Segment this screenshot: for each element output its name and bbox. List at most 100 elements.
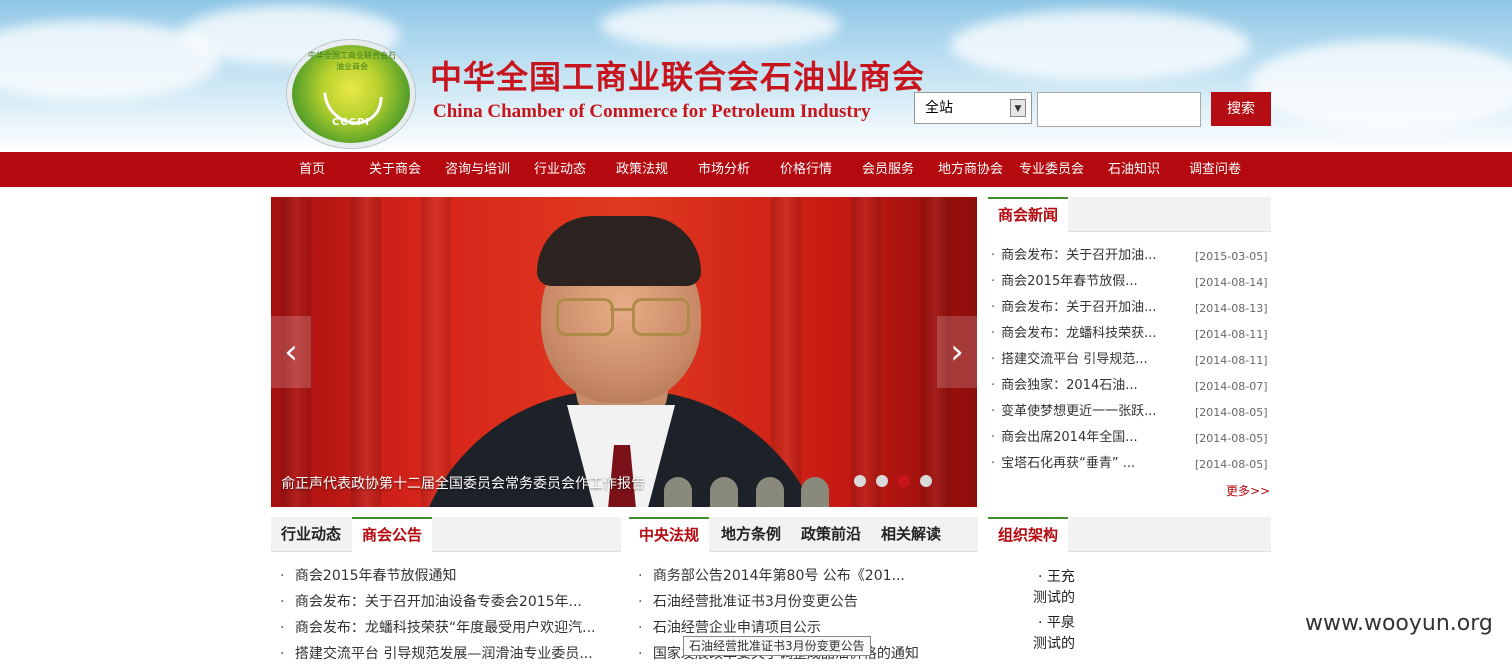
announcement-title[interactable]: 商会发布：龙蟠科技荣获“年度最受用户欢迎汽... <box>295 620 596 636</box>
news-title[interactable]: 商会2015年春节放假... <box>1001 274 1137 289</box>
bullet-icon: · <box>991 378 996 393</box>
more-link[interactable]: 更多>> <box>1226 482 1270 499</box>
nav-item-policy[interactable]: 政策法规 <box>616 152 668 187</box>
slider-next-button[interactable]: › <box>937 316 977 388</box>
org-member-name[interactable]: · 王充 <box>1038 566 1075 586</box>
list-item[interactable]: · 商会独家：2014石油... <box>991 373 1138 399</box>
photo-hair <box>537 216 701 286</box>
logo-acronym: CCCPI <box>331 117 371 128</box>
news-date: [2015-03-05] <box>1195 250 1268 263</box>
logo-ring-text: 中华全国工商业联合会石油业商会 <box>308 51 396 71</box>
slider-caption[interactable]: 俞正声代表政协第十二届全国委员会常务委员会作工作报告 <box>271 466 977 502</box>
bullet-icon: · <box>991 456 996 471</box>
nav-item-local-chambers[interactable]: 地方商协会 <box>938 152 1003 187</box>
bullet-icon: · <box>991 430 996 445</box>
news-date: [2014-08-13] <box>1195 302 1268 315</box>
organization-header: 组织架构 <box>988 517 1271 553</box>
photo-glasses-bridge <box>610 308 632 311</box>
list-item[interactable]: · 宝塔石化再获“垂青” ... <box>991 451 1135 477</box>
news-title[interactable]: 宝塔石化再获“垂青” ... <box>1001 456 1135 471</box>
nav-item-about[interactable]: 关于商会 <box>369 152 421 187</box>
logo[interactable]: 中华全国工商业联合会石油业商会 CCCPI <box>287 40 415 148</box>
nav-item-committees[interactable]: 专业委员会 <box>1019 152 1084 187</box>
nav-item-home[interactable]: 首页 <box>299 152 325 187</box>
slider-dot-4[interactable] <box>920 475 932 487</box>
tab-industry-news[interactable]: 行业动态 <box>281 517 341 552</box>
announcement-title[interactable]: 搭建交流平台 引导规范发展—润滑油专业委员... <box>295 646 593 662</box>
list-item[interactable]: · 商会发布：关于召开加油... <box>991 295 1157 321</box>
search-button[interactable]: 搜索 <box>1211 92 1271 126</box>
search-input[interactable] <box>1037 92 1201 127</box>
news-title[interactable]: 搭建交流平台 引导规范... <box>1001 352 1148 367</box>
nav-item-oil-knowledge[interactable]: 石油知识 <box>1108 152 1160 187</box>
tab-policy-frontier[interactable]: 政策前沿 <box>801 517 861 552</box>
org-member-name[interactable]: · 平泉 <box>1038 612 1075 632</box>
news-date: [2014-08-05] <box>1195 458 1268 471</box>
org-member-note: 测试的 <box>1033 590 1075 606</box>
news-title[interactable]: 商会发布：关于召开加油... <box>1001 300 1156 315</box>
bullet-icon: · <box>638 568 643 584</box>
tab-central-regulations[interactable]: 中央法规 <box>629 517 710 553</box>
image-slider[interactable] <box>271 197 977 507</box>
news-title[interactable]: 商会出席2014年全国... <box>1001 430 1137 445</box>
list-item[interactable]: · 搭建交流平台 引导规范... <box>991 347 1148 373</box>
slider-prev-button[interactable]: ‹ <box>271 316 311 388</box>
news-title[interactable]: 商会发布：龙蟠科技荣获... <box>1001 326 1156 341</box>
news-date: [2014-08-11] <box>1195 354 1268 367</box>
regulation-title[interactable]: 石油经营企业申请项目公示 <box>653 620 821 636</box>
list-item[interactable]: · 商会发布：关于召开加油... <box>991 243 1157 269</box>
tab-announcements[interactable]: 商会公告 <box>352 517 433 553</box>
announcement-title[interactable]: 商会发布：关于召开加油设备专委会2015年... <box>295 594 582 610</box>
watermark: www.wooyun.org <box>1305 611 1493 636</box>
list-item[interactable]: · 商务部公告2014年第80号 公布《201... <box>638 563 905 589</box>
photo-glasses-lens <box>632 298 690 336</box>
nav-item-member-services[interactable]: 会员服务 <box>862 152 914 187</box>
bullet-icon: · <box>991 352 996 367</box>
chamber-news-header: 商会新闻 <box>988 197 1271 233</box>
regulation-title[interactable]: 石油经营批准证书3月份变更公告 <box>653 594 858 610</box>
news-date: [2014-08-07] <box>1195 380 1268 393</box>
bullet-icon: · <box>991 300 996 315</box>
regulations-header: 中央法规 地方条例 政策前沿 相关解读 <box>629 517 978 553</box>
slider-dot-3[interactable] <box>898 475 910 487</box>
list-item[interactable]: · 石油经营批准证书3月份变更公告 <box>638 589 858 615</box>
regulation-title[interactable]: 商务部公告2014年第80号 公布《201... <box>653 568 905 584</box>
news-date: [2014-08-14] <box>1195 276 1268 289</box>
cloud-decoration <box>600 0 840 50</box>
list-item[interactable]: · 变革使梦想更近一一张跃... <box>991 399 1157 425</box>
chevron-down-icon[interactable]: ▼ <box>1010 99 1026 117</box>
slider-dot-2[interactable] <box>876 475 888 487</box>
tab-local-regulations[interactable]: 地方条例 <box>721 517 781 552</box>
bullet-icon: · <box>638 594 643 610</box>
main-nav: 首页 关于商会 咨询与培训 行业动态 政策法规 市场分析 价格行情 会员服务 地… <box>0 152 1512 187</box>
list-item[interactable]: · 商会2015年春节放假通知 <box>280 563 457 589</box>
nav-item-survey[interactable]: 调查问卷 <box>1189 152 1241 187</box>
slider-dot-1[interactable] <box>854 475 866 487</box>
list-item[interactable]: · 商会出席2014年全国... <box>991 425 1138 451</box>
nav-item-consulting[interactable]: 咨询与培训 <box>445 152 510 187</box>
announcement-title[interactable]: 商会2015年春节放假通知 <box>295 568 457 584</box>
list-item[interactable]: · 商会发布：龙蟠科技荣获... <box>991 321 1157 347</box>
search-scope-select[interactable]: 全站 ▼ <box>914 92 1032 124</box>
site-title-en: China Chamber of Commerce for Petroleum … <box>433 101 871 122</box>
news-title[interactable]: 商会独家：2014石油... <box>1001 378 1137 393</box>
nav-item-prices[interactable]: 价格行情 <box>780 152 832 187</box>
slide-photo <box>271 197 977 507</box>
link-tooltip: 石油经营批准证书3月份变更公告 <box>683 636 871 656</box>
nav-item-market[interactable]: 市场分析 <box>698 152 750 187</box>
list-item[interactable]: · 搭建交流平台 引导规范发展—润滑油专业委员... <box>280 641 593 667</box>
photo-glasses-lens <box>556 298 614 336</box>
tab-organization[interactable]: 组织架构 <box>988 517 1069 553</box>
news-title[interactable]: 变革使梦想更近一一张跃... <box>1001 404 1156 419</box>
photo-glasses <box>556 298 690 338</box>
tab-interpretation[interactable]: 相关解读 <box>881 517 941 552</box>
list-item[interactable]: · 商会2015年春节放假... <box>991 269 1138 295</box>
list-item[interactable]: · 商会发布：龙蟠科技荣获“年度最受用户欢迎汽... <box>280 615 596 641</box>
list-item[interactable]: · 商会发布：关于召开加油设备专委会2015年... <box>280 589 582 615</box>
bullet-icon: · <box>991 326 996 341</box>
nav-item-industry-news[interactable]: 行业动态 <box>534 152 586 187</box>
news-title[interactable]: 商会发布：关于召开加油... <box>1001 248 1156 263</box>
cloud-decoration <box>1250 40 1512 130</box>
tab-chamber-news[interactable]: 商会新闻 <box>988 197 1069 233</box>
header-banner: 中华全国工商业联合会石油业商会 CCCPI 中华全国工商业联合会石油业商会 Ch… <box>0 0 1512 152</box>
